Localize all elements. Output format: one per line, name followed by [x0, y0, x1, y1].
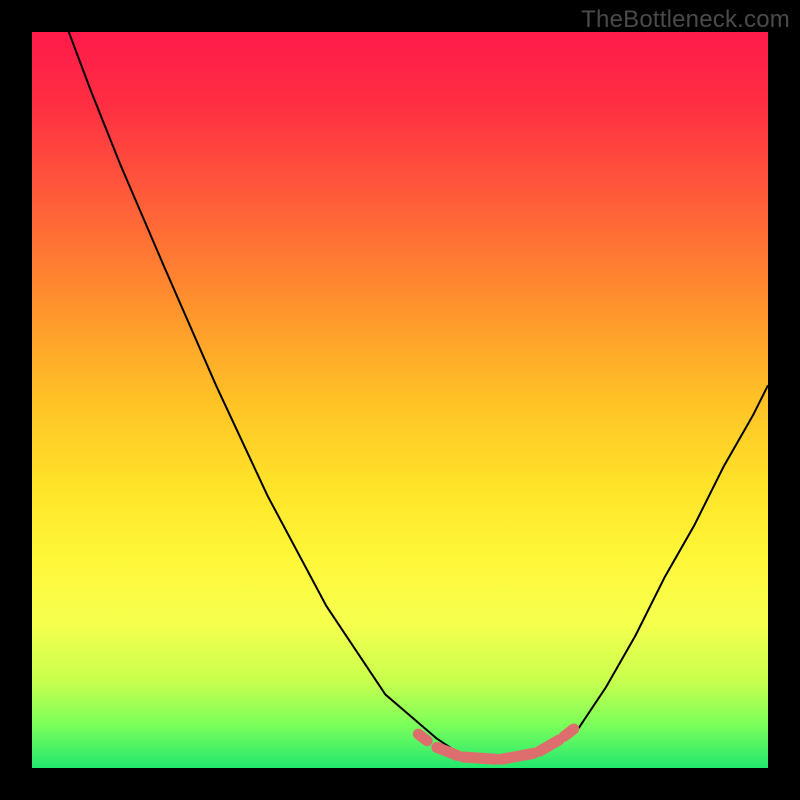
plot-area [32, 32, 768, 768]
highlight-dash [463, 757, 495, 759]
highlight-dash [564, 729, 574, 736]
highlight-dash [418, 734, 427, 741]
plot-svg [32, 32, 768, 768]
highlight-dash [540, 740, 559, 751]
bottom-highlight-dashes [418, 729, 573, 759]
highlight-dash [502, 753, 534, 759]
watermark-text: TheBottleneck.com [581, 6, 790, 34]
chart-frame: TheBottleneck.com [0, 0, 800, 800]
bottleneck-curve [69, 32, 768, 761]
highlight-dash [437, 747, 458, 755]
